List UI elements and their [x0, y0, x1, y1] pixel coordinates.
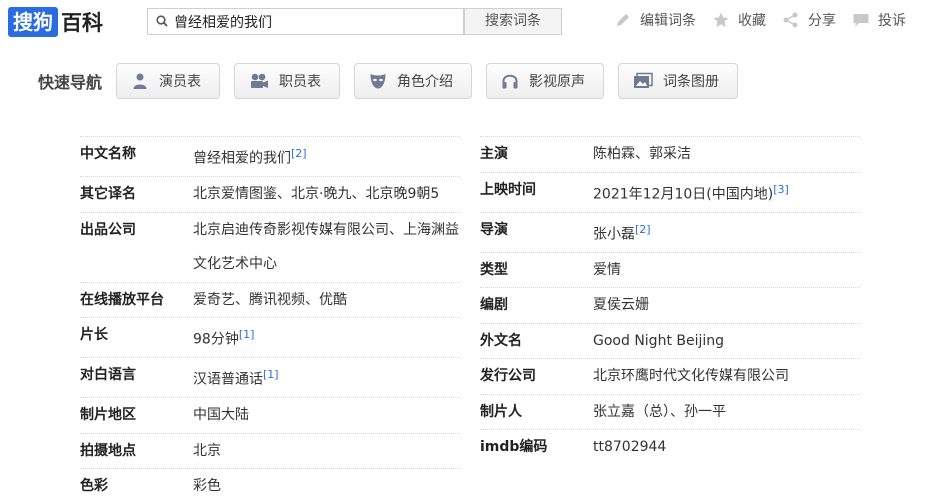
info-key: 发行公司: [480, 368, 536, 385]
nav-characters-label: 角色介绍: [397, 74, 454, 90]
info-row: 制片地区 中国大陆: [80, 397, 460, 433]
reference-link[interactable]: [3]: [773, 183, 789, 196]
info-value: 北京: [193, 442, 221, 459]
info-key: 编剧: [480, 297, 508, 314]
info-row: 制片人 张立嘉（总）、孙一平: [480, 393, 860, 430]
reference-link[interactable]: [2]: [291, 147, 307, 160]
info-key: 外文名: [480, 332, 522, 349]
info-row: 对白语言 汉语普通话[1]: [80, 357, 460, 397]
camera-icon: [251, 73, 269, 88]
reference-link[interactable]: [1]: [263, 368, 279, 381]
info-value: 北京爱情图鉴、北京·晚九、北京晚9朝5: [193, 186, 440, 203]
info-key: 类型: [480, 261, 508, 278]
info-value: 陈柏霖、郭采洁: [593, 146, 691, 162]
favorite-button[interactable]: 收藏: [712, 10, 766, 30]
reference-link[interactable]: [1]: [239, 328, 255, 341]
nav-characters[interactable]: 角色介绍: [354, 63, 473, 99]
info-key: 上映时间: [480, 181, 536, 198]
info-value: 爱情: [593, 261, 621, 278]
info-value: tt8702944: [593, 439, 667, 456]
info-row: 在线播放平台 爱奇艺、腾讯视频、优酷: [80, 281, 460, 318]
search-box: [147, 8, 464, 35]
info-value: 彩色: [193, 478, 221, 495]
search-input[interactable]: [174, 12, 454, 31]
comment-icon: [853, 14, 869, 27]
info-value: 张小磊[2]: [593, 222, 651, 243]
quick-nav-title: 快速导航: [38, 73, 103, 92]
mask-icon: [370, 74, 386, 89]
info-row: 主演 陈柏霖、郭采洁: [480, 136, 860, 172]
edit-entry-label: 编辑词条: [640, 13, 696, 29]
info-key: 中文名称: [80, 146, 136, 162]
info-row: 色彩 彩色: [80, 468, 460, 504]
info-key: 在线播放平台: [80, 291, 164, 308]
info-value: 98分钟[1]: [193, 328, 255, 348]
info-key: 制片人: [480, 403, 522, 420]
info-value: 北京环鹰时代文化传媒有限公司: [593, 368, 789, 385]
top-bar: 搜狗 百科 搜索词条 编辑词条 收藏 分享 投诉: [0, 0, 946, 44]
info-value: 汉语普通话[1]: [193, 368, 279, 388]
info-row: imdb编码 tt8702944: [480, 429, 860, 465]
pencil-icon: [617, 14, 629, 26]
share-label: 分享: [808, 13, 836, 29]
info-key: 制片地区: [80, 407, 136, 424]
nav-cast-label: 演员表: [159, 74, 202, 90]
info-row: 片长 98分钟[1]: [80, 317, 460, 357]
info-row: 类型 爱情: [480, 251, 860, 288]
logo-text: 百科: [61, 11, 103, 35]
info-key: 色彩: [80, 478, 108, 495]
info-row: 出品公司 北京启迪传奇影视传媒有限公司、上海渊益文化艺术中心: [80, 211, 460, 282]
info-value: 爱奇艺、腾讯视频、优酷: [193, 291, 347, 308]
report-label: 投诉: [878, 13, 906, 29]
nav-cast[interactable]: 演员表: [116, 63, 221, 99]
share-icon: [783, 12, 798, 28]
info-value: 张立嘉（总）、孙一平: [593, 403, 726, 420]
person-icon: [133, 73, 147, 89]
info-row: 编剧 夏侯云姗: [480, 287, 860, 323]
headphones-icon: [502, 74, 518, 89]
share-button[interactable]: 分享: [782, 10, 836, 30]
info-key: 拍摄地点: [80, 442, 136, 459]
info-row: 外文名 Good Night Beijing: [480, 322, 860, 359]
info-row: 拍摄地点 北京: [80, 432, 460, 469]
nav-crew-label: 职员表: [279, 74, 322, 90]
info-key: 主演: [480, 146, 508, 162]
sogou-baike-logo[interactable]: 搜狗 百科: [8, 7, 103, 37]
nav-gallery-label: 词条图册: [663, 74, 720, 90]
info-row: 上映时间 2021年12月10日(中国内地)[3]: [480, 171, 860, 212]
info-value: Good Night Beijing: [593, 332, 725, 349]
info-column-right: 主演 陈柏霖、郭采洁 上映时间 2021年12月10日(中国内地)[3] 导演 张小磊…: [480, 136, 860, 465]
info-key: 对白语言: [80, 367, 136, 384]
search-button[interactable]: 搜索词条: [464, 8, 562, 35]
header-actions: 编辑词条 收藏 分享 投诉: [614, 10, 906, 30]
gallery-icon: [634, 72, 653, 88]
quick-nav: 快速导航 演员表 职员表 角色介绍 影视原声 词条图册: [38, 62, 752, 100]
info-row: 中文名称 曾经相爱的我们[2]: [80, 136, 460, 176]
edit-entry-button[interactable]: 编辑词条: [614, 10, 696, 30]
report-button[interactable]: 投诉: [852, 10, 906, 30]
nav-soundtrack-label: 影视原声: [529, 74, 586, 90]
info-row: 导演 张小磊[2]: [480, 211, 860, 252]
reference-link[interactable]: [2]: [635, 223, 651, 236]
info-value: 2021年12月10日(中国内地)[3]: [593, 182, 789, 203]
nav-crew[interactable]: 职员表: [234, 63, 341, 99]
info-value: 曾经相爱的我们[2]: [193, 147, 307, 167]
nav-gallery[interactable]: 词条图册: [618, 63, 739, 99]
info-key: imdb编码: [480, 439, 548, 456]
star-icon: [713, 12, 729, 27]
info-row: 发行公司 北京环鹰时代文化传媒有限公司: [480, 358, 860, 394]
search-icon: [156, 15, 168, 27]
info-value: 夏侯云姗: [593, 297, 649, 314]
info-key: 其它译名: [80, 186, 136, 203]
info-row: 其它译名 北京爱情图鉴、北京·晚九、北京晚9朝5: [80, 176, 460, 212]
logo-mark: 搜狗: [8, 7, 58, 37]
info-value: 中国大陆: [193, 407, 249, 424]
info-value: 北京启迪传奇影视传媒有限公司、上海渊益文化艺术中心: [193, 221, 459, 273]
favorite-label: 收藏: [738, 13, 766, 29]
info-key: 出品公司: [80, 221, 136, 238]
info-key: 片长: [80, 327, 108, 344]
info-column-left: 中文名称 曾经相爱的我们[2] 其它译名 北京爱情图鉴、北京·晚九、北京晚9朝5 出…: [80, 136, 460, 504]
nav-soundtrack[interactable]: 影视原声: [486, 63, 605, 99]
info-key: 导演: [480, 221, 508, 238]
